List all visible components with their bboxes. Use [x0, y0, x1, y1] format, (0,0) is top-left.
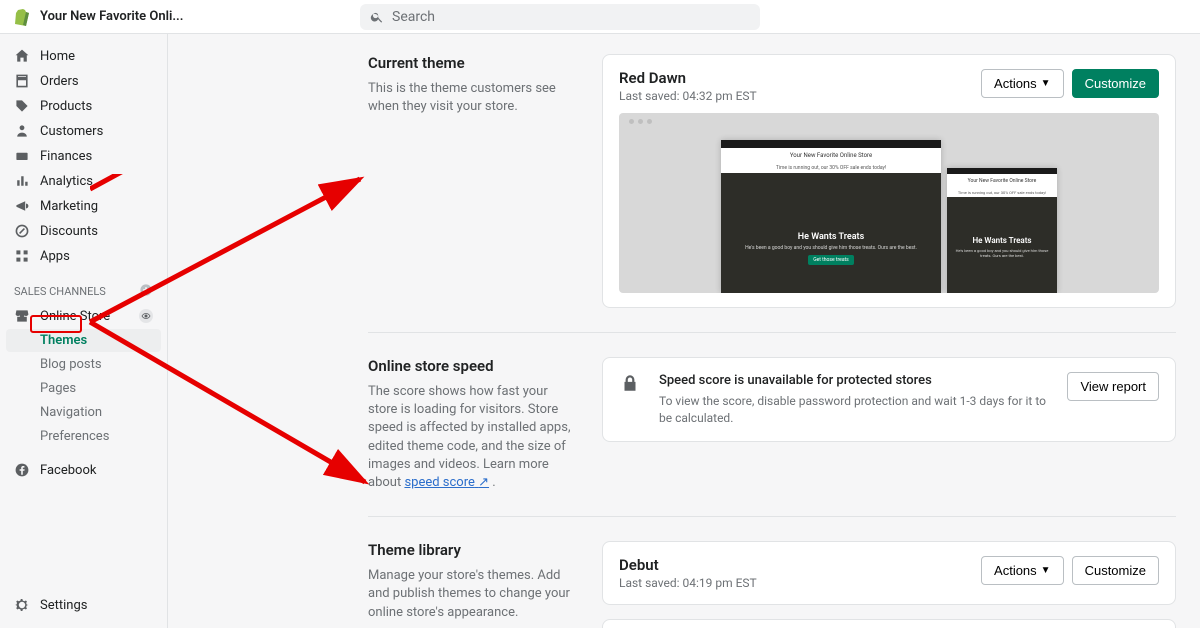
sidebar-item-marketing[interactable]: Marketing: [6, 194, 161, 218]
sidebar-item-orders[interactable]: Orders: [6, 69, 161, 93]
speed-card-desc: To view the score, disable password prot…: [659, 394, 1046, 425]
nav-label: Facebook: [40, 463, 96, 478]
search-icon: [370, 10, 384, 24]
nav-label: Apps: [40, 249, 70, 264]
preview-hero-sub: He's been a good boy and you should give…: [745, 245, 917, 251]
sub-label: Navigation: [40, 405, 102, 420]
current-theme-card: Red Dawn Last saved: 04:32 pm EST Action…: [602, 54, 1176, 308]
theme-name: Red Dawn: [619, 69, 757, 87]
megaphone-icon: [14, 198, 30, 214]
browser-dots-icon: [629, 119, 652, 124]
btn-label: Customize: [1085, 76, 1146, 91]
theme-meta: Last saved: 04:19 pm EST: [619, 576, 757, 590]
tag-icon: [14, 98, 30, 114]
channels-title: SALES CHANNELS: [14, 285, 106, 298]
sidebar-item-products[interactable]: Products: [6, 94, 161, 118]
preview-store-name: Your New Favorite Online Store: [721, 148, 941, 163]
home-icon: [14, 48, 30, 64]
current-theme-title: Current theme: [368, 54, 578, 72]
btn-label: View report: [1080, 379, 1146, 394]
library-title: Theme library: [368, 541, 578, 559]
apps-icon: [14, 248, 30, 264]
actions-button[interactable]: Actions ▼: [981, 69, 1064, 98]
add-channel-icon[interactable]: [139, 283, 153, 300]
sidebar-subitem-pages[interactable]: Pages: [6, 377, 161, 400]
sub-label: Preferences: [40, 429, 109, 444]
speed-title: Online store speed: [368, 357, 578, 375]
sidebar-subitem-blog[interactable]: Blog posts: [6, 353, 161, 376]
preview-hero-title-m: He Wants Treats: [972, 236, 1031, 245]
view-store-icon[interactable]: [139, 309, 153, 323]
sidebar-item-online-store[interactable]: Online Store: [6, 304, 161, 328]
shopify-logo-icon: [12, 8, 30, 26]
preview-store-name-mobile: Your New Favorite Online Store: [947, 174, 1057, 188]
btn-label: Actions: [994, 563, 1037, 578]
sidebar-subitem-navigation[interactable]: Navigation: [6, 401, 161, 424]
search-input[interactable]: Search: [360, 4, 760, 30]
sub-label: Themes: [40, 333, 87, 348]
nav-label: Settings: [40, 598, 87, 613]
analytics-icon: [14, 173, 30, 189]
theme-meta: Last saved: 04:32 pm EST: [619, 89, 757, 103]
main-content: Current theme This is the theme customer…: [168, 34, 1200, 628]
sidebar-item-home[interactable]: Home: [6, 44, 161, 68]
finances-icon: [14, 148, 30, 164]
discount-icon: [14, 223, 30, 239]
btn-label: Actions: [994, 76, 1037, 91]
orders-icon: [14, 73, 30, 89]
facebook-icon: [14, 462, 30, 478]
chevron-down-icon: ▼: [1041, 78, 1051, 89]
external-icon: ↗: [478, 475, 489, 490]
nav-label: Finances: [40, 149, 92, 164]
customize-button[interactable]: Customize: [1072, 556, 1159, 585]
current-theme-desc: This is the theme customers see when the…: [368, 80, 578, 116]
sidebar-item-customers[interactable]: Customers: [6, 119, 161, 143]
speed-score-link[interactable]: speed score ↗: [404, 475, 489, 490]
btn-label: Customize: [1085, 563, 1146, 578]
view-report-button[interactable]: View report: [1067, 372, 1159, 401]
sidebar-item-facebook[interactable]: Facebook: [6, 458, 161, 482]
nav-label: Discounts: [40, 224, 98, 239]
library-theme-card: Debut Last saved: 04:19 pm EST Actions ▼…: [602, 541, 1176, 605]
lock-icon: [619, 372, 643, 398]
sub-label: Blog posts: [40, 357, 102, 372]
chevron-down-icon: ▼: [1041, 565, 1051, 576]
sidebar-item-analytics[interactable]: Analytics: [6, 169, 161, 193]
nav-label: Home: [40, 49, 75, 64]
preview-hero-title: He Wants Treats: [798, 232, 864, 242]
nav-label: Orders: [40, 74, 79, 89]
store-icon: [14, 308, 30, 324]
sidebar-item-apps[interactable]: Apps: [6, 244, 161, 268]
speed-card-title: Speed score is unavailable for protected…: [659, 372, 1051, 390]
sidebar-item-finances[interactable]: Finances: [6, 144, 161, 168]
preview-hero-sub-m: He's been a good boy and you should give…: [953, 248, 1051, 258]
speed-card: Speed score is unavailable for protected…: [602, 357, 1176, 442]
link-text: speed score: [404, 475, 474, 490]
nav-label: Products: [40, 99, 92, 114]
nav-label: Online Store: [40, 309, 110, 324]
gear-icon: [14, 597, 30, 613]
sidebar: Home Orders Products Customers Finances …: [0, 34, 168, 628]
customize-button[interactable]: Customize: [1072, 69, 1159, 98]
theme-preview: Your New Favorite Online Store Time is r…: [619, 113, 1159, 293]
sidebar-item-discounts[interactable]: Discounts: [6, 219, 161, 243]
sidebar-subitem-preferences[interactable]: Preferences: [6, 425, 161, 448]
nav-label: Customers: [40, 124, 103, 139]
sub-label: Pages: [40, 381, 76, 396]
sales-channels-header: SALES CHANNELS: [6, 269, 161, 304]
topbar: Your New Favorite Onli... Search: [0, 0, 1200, 34]
search-placeholder: Search: [392, 9, 435, 25]
sidebar-subitem-themes[interactable]: Themes: [6, 329, 161, 352]
sidebar-item-settings[interactable]: Settings: [6, 593, 161, 617]
actions-button[interactable]: Actions ▼: [981, 556, 1064, 585]
person-icon: [14, 123, 30, 139]
library-desc: Manage your store's themes. Add and publ…: [368, 567, 578, 622]
store-name[interactable]: Your New Favorite Onli...: [40, 9, 340, 24]
library-theme-card: Dawn Last saved: Dec 21, 2021 Actions ▼ …: [602, 619, 1176, 628]
speed-desc: The score shows how fast your store is l…: [368, 383, 578, 492]
nav-label: Analytics: [40, 174, 93, 189]
theme-name: Debut: [619, 556, 757, 574]
nav-label: Marketing: [40, 199, 98, 214]
